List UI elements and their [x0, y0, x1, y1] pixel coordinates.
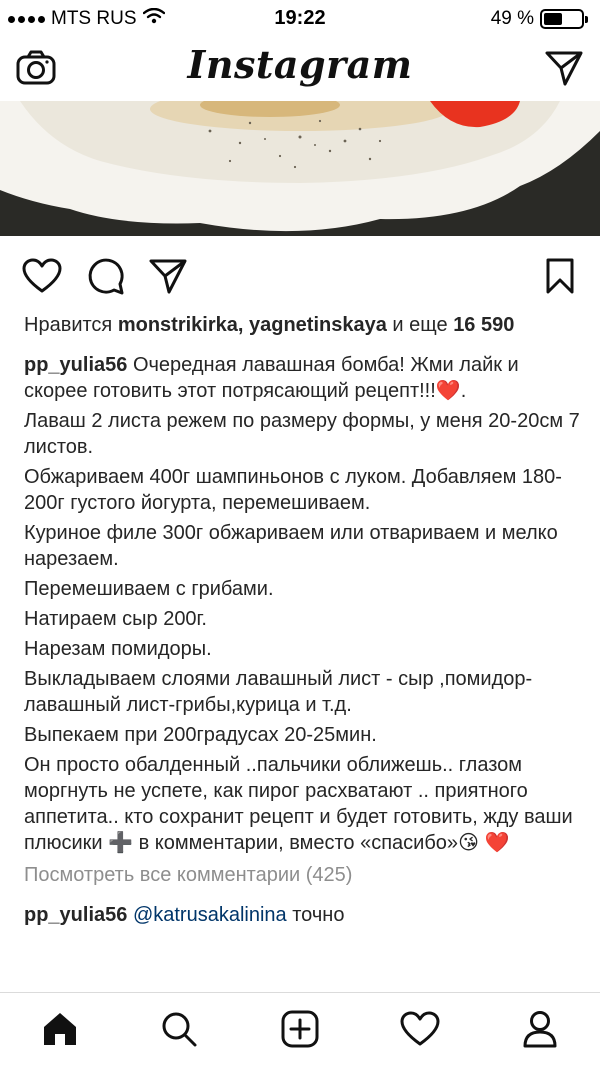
- direct-message-icon: [545, 51, 583, 86]
- bottom-tab-bar: [0, 992, 600, 1066]
- caption-line: Обжариваем 400г шампиньонов с луком. Доб…: [24, 466, 562, 514]
- status-bar: MTS RUS 19:22 49 %: [0, 0, 600, 36]
- save-button[interactable]: [538, 254, 582, 298]
- kiss-emoji-icon: 😘: [458, 832, 479, 854]
- app-header: Instagram: [0, 36, 600, 100]
- post-image[interactable]: [0, 101, 600, 236]
- tab-home[interactable]: [38, 1007, 82, 1051]
- comment-text: точно: [292, 904, 345, 926]
- add-post-icon: [281, 1010, 319, 1048]
- caption-line: Выкладываем слоями лавашный лист - сыр ,…: [24, 668, 533, 716]
- heart-icon: [22, 258, 62, 293]
- caption-username[interactable]: pp_yulia56: [24, 354, 127, 376]
- instagram-logo: Instagram: [187, 42, 413, 87]
- caption-line: Лаваш 2 листа режем по размеру формы, у …: [24, 410, 580, 458]
- likes-conjunction: и еще: [392, 314, 448, 336]
- caption-line: pp_yulia56 Очередная лавашная бомба! Жми…: [24, 354, 519, 402]
- caption-line: Выпекаем при 200градусах 20-25мин.: [24, 724, 377, 746]
- heart-emoji-icon: ❤️: [484, 832, 510, 854]
- battery-icon: [540, 9, 588, 29]
- activity-heart-icon: [400, 1011, 440, 1046]
- comment-username[interactable]: pp_yulia56: [24, 904, 127, 926]
- tab-new-post[interactable]: [278, 1007, 322, 1051]
- search-icon: [162, 1012, 197, 1047]
- status-right: 49 %: [490, 8, 588, 30]
- share-button[interactable]: [146, 254, 190, 298]
- comment-icon: [88, 258, 124, 295]
- likes-count[interactable]: 16 590: [453, 314, 514, 336]
- like-button[interactable]: [20, 254, 64, 298]
- direct-message-button[interactable]: [542, 46, 586, 90]
- battery-percent: 49 %: [490, 8, 534, 29]
- comment-row: pp_yulia56 @katrusakalinina точно: [24, 902, 584, 928]
- tab-search[interactable]: [157, 1007, 201, 1051]
- likes-prefix: Нравится: [24, 314, 113, 336]
- post-caption: pp_yulia56 Очередная лавашная бомба! Жми…: [24, 352, 584, 856]
- caption-line: Он просто обалденный ..пальчики оближешь…: [24, 752, 584, 856]
- post-content: Нравится monstrikirka, yagnetinskaya и е…: [24, 312, 584, 928]
- comment-mention[interactable]: @katrusakalinina: [133, 904, 287, 926]
- share-icon: [149, 259, 187, 294]
- caption-line: Куриное филе 300г обжариваем или отварив…: [24, 522, 558, 570]
- post-actions: [0, 250, 600, 300]
- caption-line: Перемешиваем с грибами.: [24, 578, 274, 600]
- likes-line[interactable]: Нравится monstrikirka, yagnetinskaya и е…: [24, 312, 584, 338]
- plus-emoji-icon: ➕: [108, 832, 134, 854]
- profile-icon: [523, 1011, 557, 1048]
- likes-users[interactable]: monstrikirka, yagnetinskaya: [118, 314, 387, 336]
- bookmark-icon: [546, 258, 574, 294]
- view-all-comments-link[interactable]: Посмотреть все комментарии (425): [24, 862, 584, 888]
- comment-button[interactable]: [84, 254, 128, 298]
- caption-text: в комментарии, вместо «спасибо»: [138, 832, 459, 854]
- tab-activity[interactable]: [398, 1007, 442, 1051]
- tab-profile[interactable]: [518, 1007, 562, 1051]
- caption-line: Нарезам помидоры.: [24, 638, 212, 660]
- home-icon: [44, 1013, 76, 1045]
- caption-line: Натираем сыр 200г.: [24, 608, 207, 630]
- heart-emoji-icon: ❤️: [435, 380, 461, 402]
